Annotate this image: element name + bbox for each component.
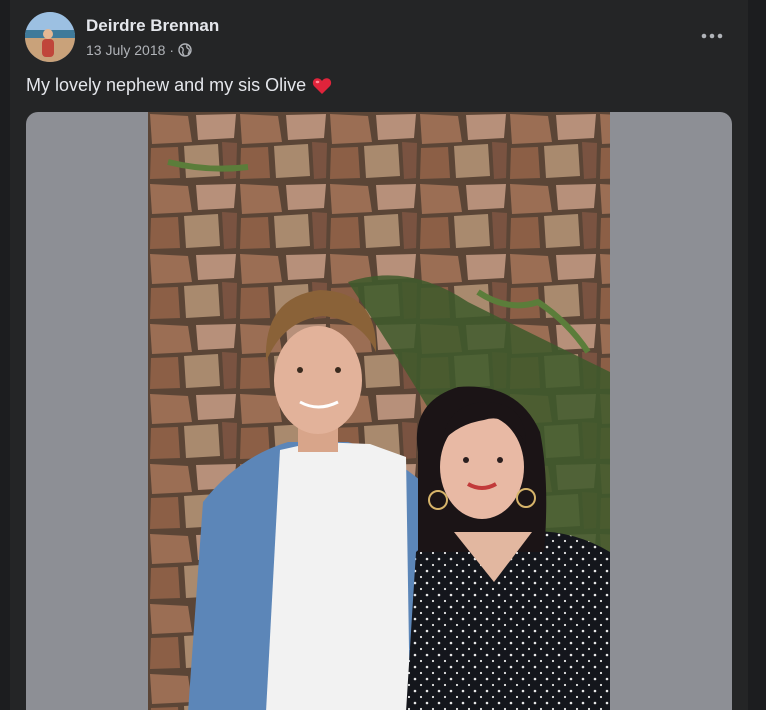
meta-separator: · xyxy=(169,42,175,58)
caption-text: My lovely nephew and my sis Olive xyxy=(26,75,307,95)
more-options-icon xyxy=(701,33,723,39)
post-date[interactable]: 13 July 2018 xyxy=(86,42,165,58)
author-name[interactable]: Deirdre Brennan xyxy=(86,16,219,36)
photo-image xyxy=(148,112,610,710)
feed-post: Deirdre Brennan 13 July 2018 · My lovely… xyxy=(10,0,748,710)
more-options-button[interactable] xyxy=(694,22,730,50)
post-photo[interactable] xyxy=(148,112,610,710)
post-caption: My lovely nephew and my sis Olive xyxy=(26,75,332,96)
author-avatar[interactable] xyxy=(25,12,75,62)
post-media[interactable] xyxy=(26,112,732,710)
avatar-photo xyxy=(25,12,75,62)
globe-icon[interactable] xyxy=(178,43,192,57)
heart-icon xyxy=(312,77,332,94)
post-meta: 13 July 2018 · xyxy=(86,42,192,58)
